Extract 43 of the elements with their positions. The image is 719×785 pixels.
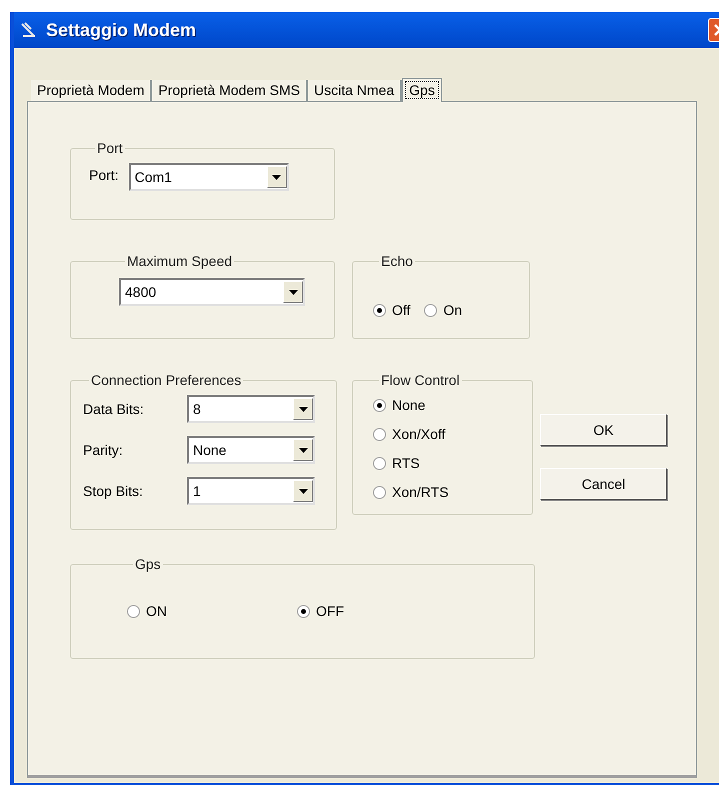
radio-label: Off [392, 300, 410, 320]
group-title: Maximum Speed [126, 252, 234, 271]
radio-label: ON [146, 602, 167, 620]
dropdown-arrow-icon [272, 174, 282, 180]
radio-label: Xon/Xoff [392, 425, 446, 444]
radio-button[interactable] [373, 457, 386, 470]
field-label: Parity: [83, 440, 124, 460]
radio-label: Xon/RTS [392, 483, 449, 502]
dropdown-arrow-icon [298, 488, 308, 494]
dropdown[interactable]: 8 [187, 395, 315, 423]
field-label: Port: [89, 166, 119, 184]
radio-button[interactable] [127, 604, 140, 618]
field-label: Data Bits: [83, 400, 145, 418]
radio-label: OFF [316, 602, 344, 620]
dropdown[interactable]: 1 [187, 477, 315, 505]
group-title: Echo [380, 252, 414, 271]
tab[interactable]: Proprietà Modem SMS [152, 80, 308, 101]
tab[interactable]: Proprietà Modem [31, 80, 152, 101]
window-title: Settaggio Modem [46, 18, 196, 42]
field-label: Stop Bits: [83, 482, 144, 501]
radio-button[interactable] [373, 399, 386, 412]
dropdown-arrow-icon [298, 448, 308, 452]
tab[interactable]: Uscita Nmea [308, 80, 402, 101]
radio-label: RTS [392, 454, 420, 473]
tab[interactable]: Gps [402, 78, 442, 102]
group-title: Gps [134, 555, 162, 574]
radio-label: None [392, 396, 426, 415]
group-title: Flow Control [380, 371, 461, 390]
group-title: Port [96, 139, 124, 158]
radio-button[interactable] [373, 486, 386, 499]
dialog-button[interactable]: Cancel [540, 468, 667, 500]
dropdown-arrow-icon [298, 406, 308, 412]
group-title: Connection Preferences [90, 371, 242, 390]
radio-button[interactable] [424, 304, 438, 316]
dropdown-arrow-icon [288, 290, 298, 294]
dropdown[interactable]: 4800 [119, 278, 305, 306]
radio-button[interactable] [373, 428, 386, 441]
dropdown[interactable]: Com1 [128, 163, 289, 191]
dropdown[interactable]: None [187, 436, 315, 464]
radio-button[interactable] [373, 304, 386, 316]
radio-label: On [443, 300, 462, 320]
dialog-button[interactable]: OK [540, 414, 667, 446]
radio-button[interactable] [297, 604, 310, 618]
